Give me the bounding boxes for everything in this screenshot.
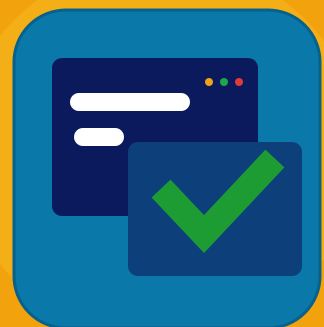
window-dot-orange xyxy=(205,78,213,86)
app-icon-canvas xyxy=(0,0,324,327)
window-dot-green xyxy=(220,78,228,86)
window-dot-red xyxy=(235,78,243,86)
text-line-short xyxy=(74,128,124,146)
text-line-long xyxy=(70,93,190,111)
browser-window-checkmark-icon xyxy=(0,0,324,327)
